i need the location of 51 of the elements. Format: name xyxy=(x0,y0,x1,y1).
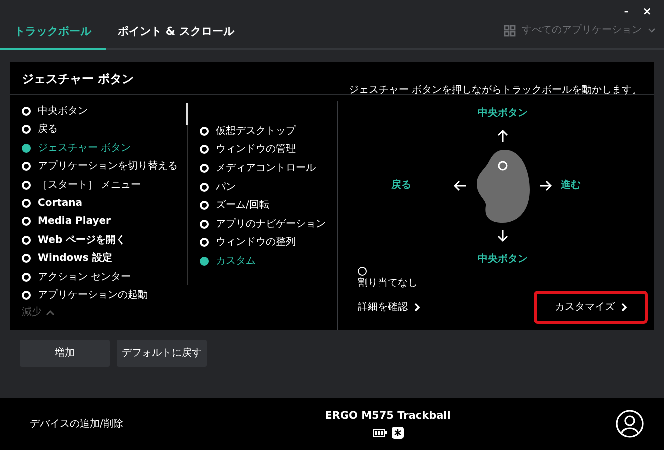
details-link[interactable]: 詳細を確認 xyxy=(358,300,420,315)
tab[interactable]: ポイント & スクロール xyxy=(106,24,246,50)
gesture-label: 進む xyxy=(561,178,581,194)
chevron-right-icon xyxy=(621,303,627,312)
add-button[interactable]: 増加 xyxy=(20,340,110,367)
unassigned-label: 割り当てなし xyxy=(358,276,418,291)
radio-option[interactable]: 戻る xyxy=(22,120,188,139)
close-button[interactable]: × xyxy=(642,4,652,20)
radio-option[interactable]: ジェスチャー ボタン xyxy=(22,138,188,158)
minimize-button[interactable]: - xyxy=(624,4,629,20)
chevron-up-icon xyxy=(46,310,55,316)
customize-button[interactable]: カスタマイズ xyxy=(534,291,648,324)
radio-option[interactable]: アプリのナビゲーション xyxy=(200,214,326,234)
radio-option[interactable]: ウィンドウの管理 xyxy=(200,140,296,160)
up-arrow-icon xyxy=(497,129,509,144)
radio-option[interactable]: メディアコントロール xyxy=(200,159,316,178)
instruction-text: ジェスチャー ボタンを押しながらトラックボールを動かします。 xyxy=(348,84,642,94)
left-arrow-icon xyxy=(453,180,467,192)
radio-option[interactable]: アプリケーションを切り替える xyxy=(22,157,188,176)
radio-option[interactable]: ［スタート］ メニュー xyxy=(22,176,188,194)
radio-option[interactable]: Cortana xyxy=(22,194,188,213)
radio-option[interactable]: パン xyxy=(200,178,236,196)
radio-option[interactable]: Windows 設定 xyxy=(22,250,188,268)
radio-option[interactable]: カスタム xyxy=(200,252,256,271)
radio-option[interactable]: Web ページを開く xyxy=(22,231,188,250)
scrollbar-thumb[interactable] xyxy=(186,103,188,125)
app-selector-label: すべてのアプリケーション xyxy=(522,24,642,38)
radio-option[interactable]: 中央ボタン xyxy=(22,102,188,120)
gesture-label: 中央ボタン xyxy=(478,106,528,120)
radio-option[interactable]: アクション センター xyxy=(22,268,188,287)
chevron-down-icon xyxy=(648,28,656,34)
add-remove-devices-link[interactable]: デバイスの追加/削除 xyxy=(30,416,230,432)
radio-option[interactable]: アプリケーションの起動 xyxy=(22,286,188,305)
grid-icon xyxy=(504,24,516,36)
radio-option[interactable]: ズーム/回転 xyxy=(200,196,270,215)
device-name: ERGO M575 Trackball xyxy=(325,408,451,424)
right-arrow-icon xyxy=(539,180,553,192)
chevron-right-icon xyxy=(414,303,420,312)
radio-option[interactable]: Media Player xyxy=(22,212,188,232)
radio-option[interactable]: 仮想デスクトップ xyxy=(200,122,296,141)
circle-icon xyxy=(358,267,367,276)
battery-icon xyxy=(372,429,386,438)
gesture-label: 戻る xyxy=(392,178,412,194)
panel-title: ジェスチャー ボタン xyxy=(22,71,134,88)
down-arrow-icon xyxy=(497,228,509,243)
receiver-icon xyxy=(392,427,404,440)
reset-defaults-button[interactable]: デフォルトに戻す xyxy=(117,340,207,367)
radio-option[interactable]: ウィンドウの整列 xyxy=(200,234,296,252)
tab[interactable]: トラックボール xyxy=(0,24,106,50)
gesture-label: 中央ボタン xyxy=(478,252,528,266)
user-profile-icon xyxy=(616,410,644,438)
